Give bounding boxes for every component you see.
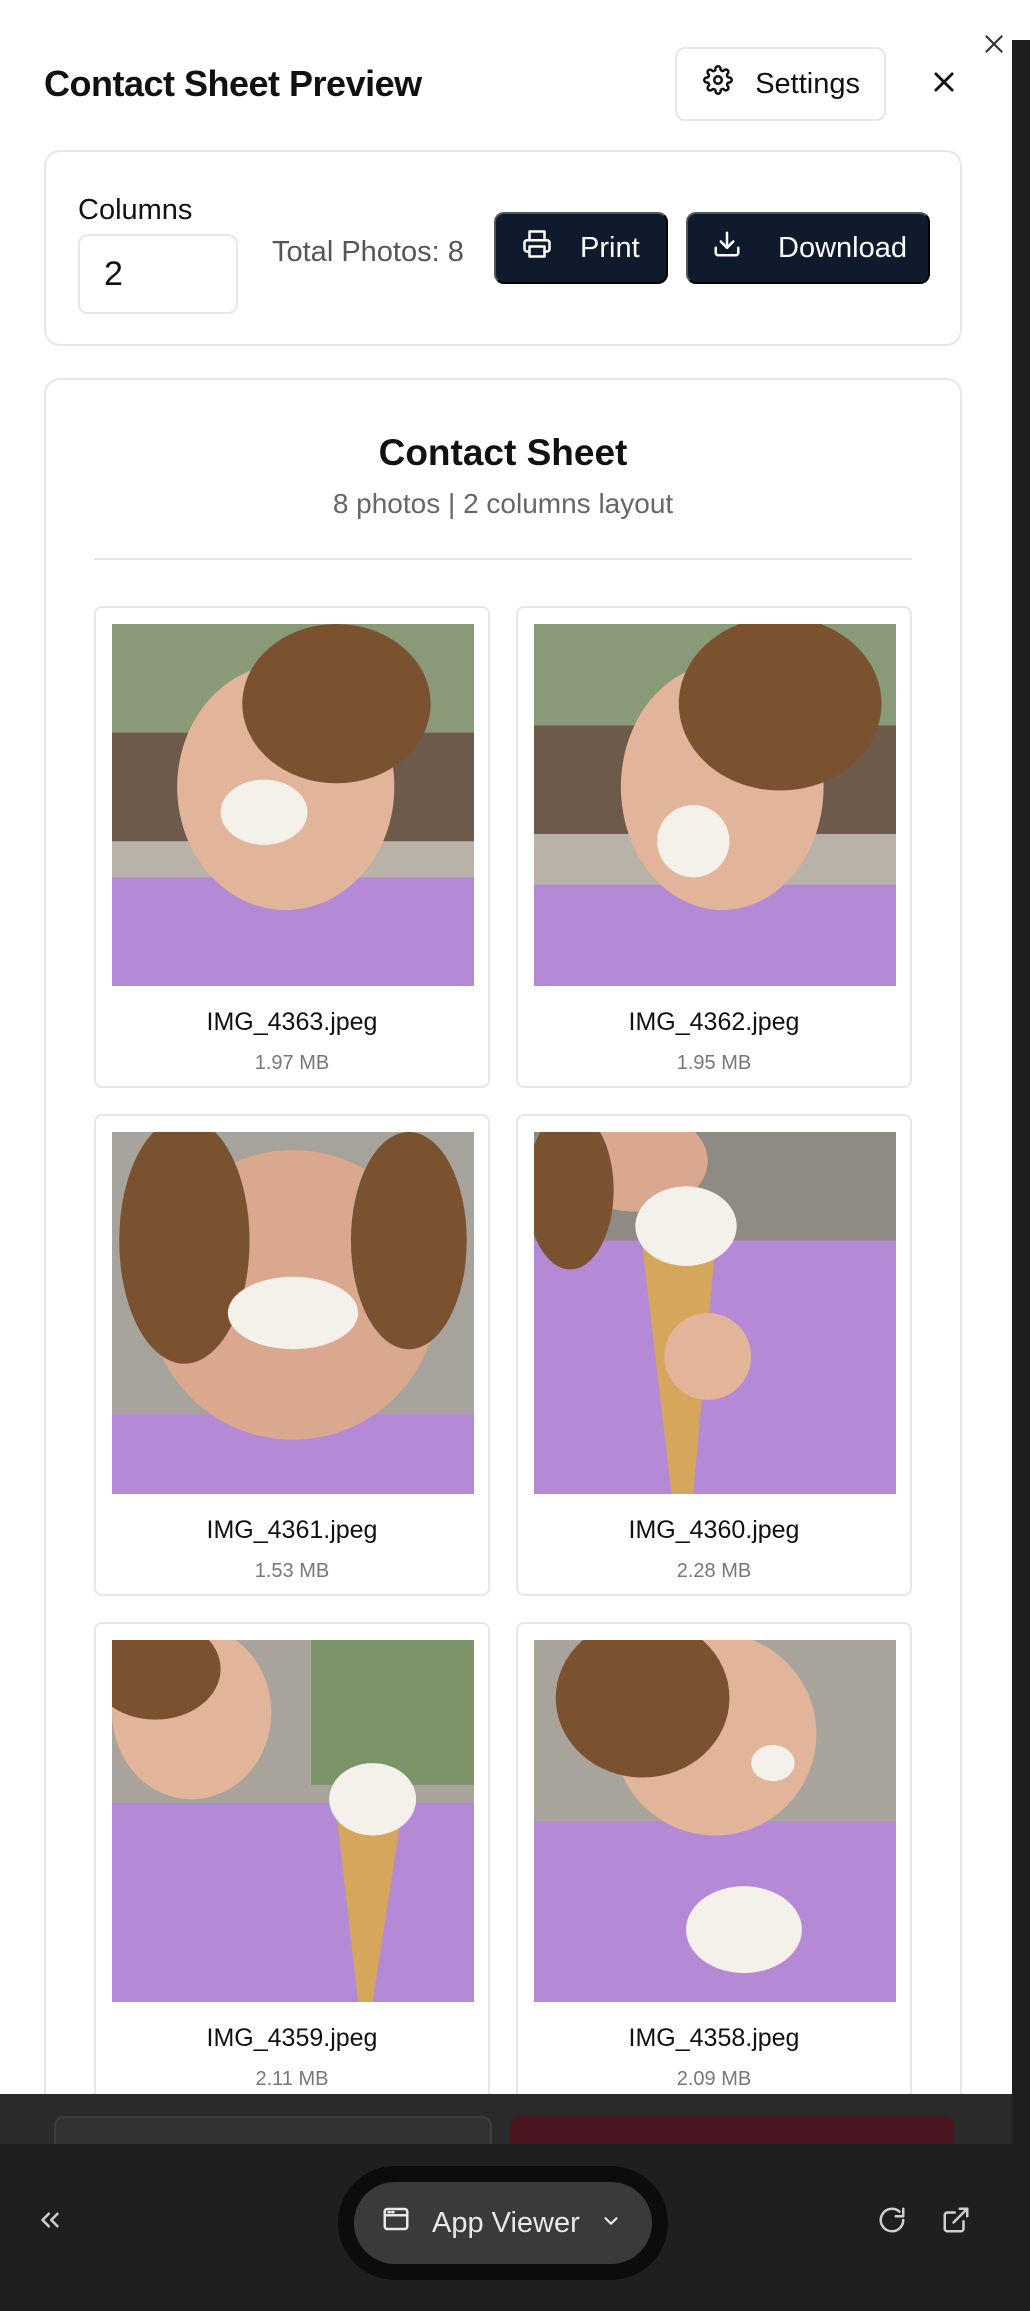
photo-filesize: 1.95 MB — [676, 1052, 752, 1074]
photo-filename: IMG_4362.jpeg — [628, 1008, 800, 1036]
photo-card[interactable]: IMG_4359.jpeg 2.11 MB — [94, 1622, 490, 2094]
photo-filename: IMG_4360.jpeg — [628, 1516, 800, 1544]
app-viewer-switcher: App Viewer — [338, 2166, 668, 2280]
gear-icon — [703, 65, 734, 103]
photo-grid: IMG_4363.jpeg 1.97 MB IMG_4362.jpeg 1.95… — [94, 606, 914, 2094]
double-chevron-left-icon — [35, 2205, 65, 2240]
contact-sheet: Contact Sheet 8 photos | 2 columns layou… — [44, 378, 962, 2094]
download-button[interactable]: Download — [686, 212, 930, 284]
sheet-subtitle: 8 photos | 2 columns layout — [332, 488, 674, 519]
photo-card[interactable]: IMG_4361.jpeg 1.53 MB — [94, 1114, 490, 1596]
print-button[interactable]: Print — [494, 212, 668, 284]
external-link-icon — [941, 2205, 971, 2240]
app-viewer-label: App Viewer — [432, 2206, 580, 2239]
photo-thumbnail — [534, 1640, 896, 2002]
photo-filename: IMG_4361.jpeg — [206, 1516, 378, 1544]
photo-filename: IMG_4358.jpeg — [628, 2024, 800, 2052]
print-label: Print — [580, 231, 640, 264]
photo-filesize: 2.11 MB — [255, 2068, 329, 2090]
open-external-button[interactable] — [936, 2202, 976, 2242]
app-viewer-dropdown[interactable]: App Viewer — [354, 2182, 652, 2264]
sheet-title: Contact Sheet — [378, 432, 628, 473]
photo-card[interactable]: IMG_4362.jpeg 1.95 MB — [516, 606, 912, 1088]
photo-thumbnail — [112, 1132, 474, 1494]
close-icon — [981, 31, 1007, 62]
download-icon — [712, 229, 742, 267]
photo-filesize: 1.97 MB — [254, 1052, 330, 1074]
columns-label: Columns — [78, 194, 193, 226]
modal-close-button[interactable] — [920, 60, 968, 108]
photo-thumbnail — [534, 1132, 896, 1494]
download-label: Download — [778, 231, 907, 264]
photo-thumbnail — [534, 624, 896, 986]
photo-thumbnail — [112, 1640, 474, 2002]
close-button[interactable] — [974, 26, 1014, 66]
total-photos-count: Total Photos: 8 — [272, 236, 464, 268]
printer-icon — [522, 229, 552, 267]
close-icon — [930, 68, 958, 101]
divider — [94, 558, 912, 560]
settings-button[interactable]: Settings — [675, 47, 886, 121]
photo-filename: IMG_4363.jpeg — [206, 1008, 378, 1036]
modal-title: Contact Sheet Preview — [44, 63, 422, 104]
chevron-down-icon — [600, 2207, 622, 2240]
photo-filesize: 1.53 MB — [254, 1560, 330, 1582]
photo-thumbnail — [112, 624, 474, 986]
collapse-button[interactable] — [30, 2202, 70, 2242]
controls-card: Columns 2 Total Photos: 8 Print Download — [44, 150, 962, 346]
modal-header: Contact Sheet Preview Settings — [44, 44, 968, 124]
background-action-row — [0, 2094, 1012, 2156]
photo-filename: IMG_4359.jpeg — [206, 2024, 378, 2052]
refresh-button[interactable] — [872, 2202, 912, 2242]
settings-label: Settings — [755, 67, 860, 100]
photo-card[interactable]: IMG_4358.jpeg 2.09 MB — [516, 1622, 912, 2094]
photo-card[interactable]: IMG_4363.jpeg 1.97 MB — [94, 606, 490, 1088]
columns-input[interactable]: 2 — [78, 234, 238, 314]
contact-sheet-modal: Contact Sheet Preview Settings Columns 2… — [0, 0, 1012, 2094]
photo-filesize: 2.28 MB — [676, 1560, 752, 1582]
refresh-icon — [877, 2205, 907, 2240]
browser-window-icon — [380, 2204, 412, 2242]
photo-filesize: 2.09 MB — [676, 2068, 752, 2090]
photo-card[interactable]: IMG_4360.jpeg 2.28 MB — [516, 1114, 912, 1596]
bottom-toolbar: App Viewer — [0, 2144, 1030, 2311]
header-actions: Settings — [675, 47, 968, 121]
